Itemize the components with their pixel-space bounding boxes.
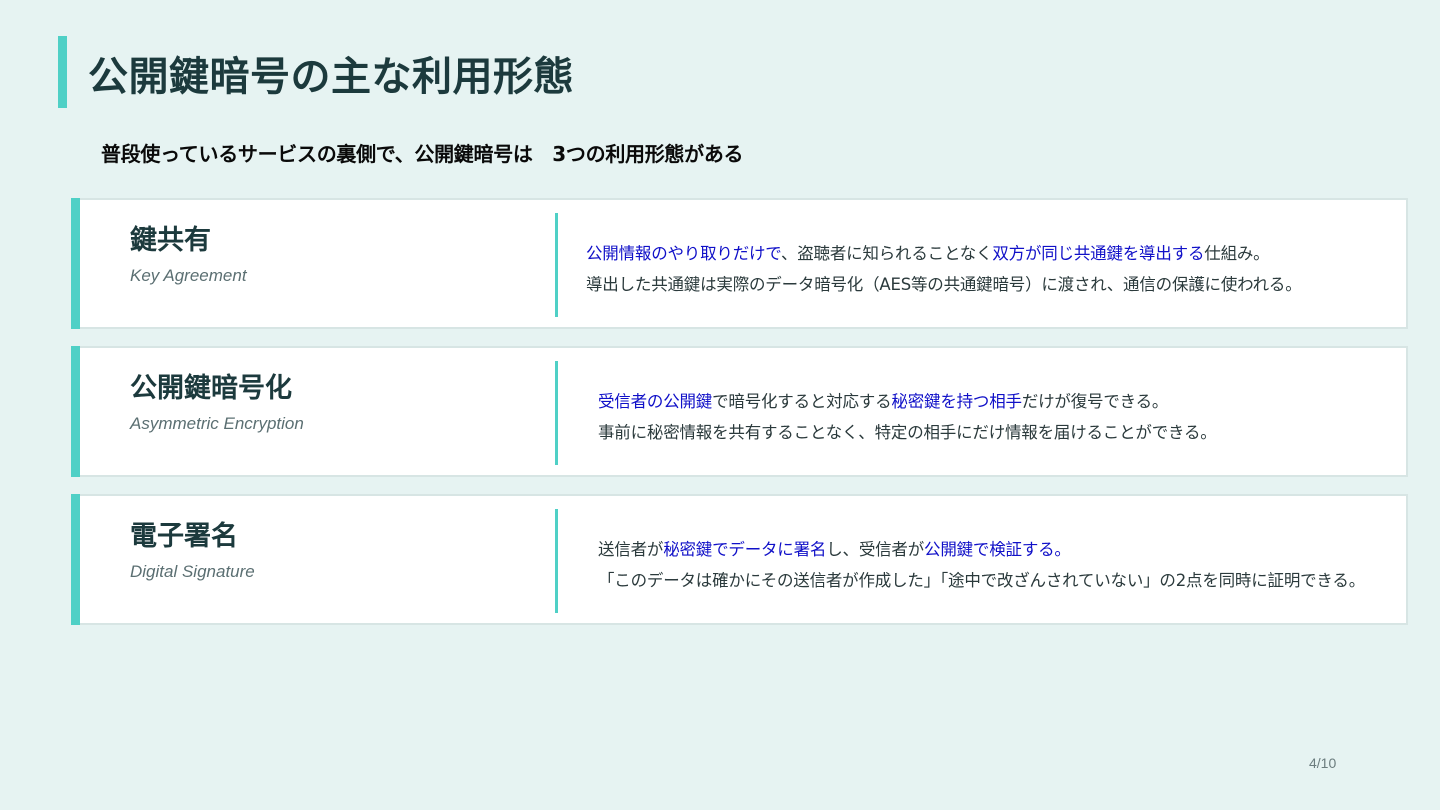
description-line-2: 導出した共通鍵は実際のデータ暗号化（AES等の共通鍵暗号）に渡され、通信の保護に… [586,275,1302,294]
page-subtitle: 普段使っているサービスの裏側で、公開鍵暗号は 3つの利用形態がある [101,142,744,166]
description-line-2: 事前に秘密情報を共有することなく、特定の相手にだけ情報を届けることができる。 [598,423,1217,442]
description-segment: 仕組み。 [1204,244,1270,263]
card-english-title: Key Agreement [130,266,247,285]
card-description: 送信者が秘密鍵でデータに署名し、受信者が公開鍵で検証する。 「このデータは確かに… [598,534,1365,596]
description-segment: 、盗聴者に知られることなく [780,244,993,263]
card-description: 公開情報のやり取りだけで、盗聴者に知られることなく双方が同じ共通鍵を導出する仕組… [586,238,1302,300]
card-title: 公開鍵暗号化 [130,373,292,404]
description-line-1: 公開情報のやり取りだけで、盗聴者に知られることなく双方が同じ共通鍵を導出する仕組… [586,238,1302,269]
description-segment: 受信者の公開鍵 [598,392,713,411]
description-segment: 双方が同じ共通鍵を導出する [992,244,1205,263]
card-divider [555,213,558,317]
description-segment: 秘密鍵でデータに署名 [663,540,827,559]
page-number: 4/10 [1309,755,1337,771]
description-line-1: 受信者の公開鍵で暗号化すると対応する秘密鍵を持つ相手だけが復号できる。 [598,386,1217,417]
card-digital-signature: 電子署名 Digital Signature 送信者が秘密鍵でデータに署名し、受… [71,494,1408,625]
title-accent-bar [58,36,67,108]
card-english-title: Asymmetric Encryption [130,414,304,433]
card-accent-bar [71,198,80,329]
description-segment: 送信者が [598,540,664,559]
description-line-1: 送信者が秘密鍵でデータに署名し、受信者が公開鍵で検証する。 [598,534,1365,565]
description-line-2: 「このデータは確かにその送信者が作成した」「途中で改ざんされていない」の2点を同… [598,571,1365,590]
card-description: 受信者の公開鍵で暗号化すると対応する秘密鍵を持つ相手だけが復号できる。 事前に秘… [598,386,1217,448]
card-divider [555,361,558,465]
card-title: 鍵共有 [130,225,211,256]
description-segment: だけが復号できる。 [1021,392,1169,411]
card-key-agreement: 鍵共有 Key Agreement 公開情報のやり取りだけで、盗聴者に知られるこ… [71,198,1408,329]
card-accent-bar [71,346,80,477]
card-divider [555,509,558,613]
description-segment: し、受信者が [826,540,925,559]
card-title: 電子署名 [130,521,238,552]
description-segment: 公開鍵で検証する。 [924,540,1071,559]
description-segment: 公開情報のやり取りだけで [586,244,781,263]
page-title: 公開鍵暗号の主な利用形態 [88,54,574,100]
card-accent-bar [71,494,80,625]
description-segment: で暗号化すると対応する [712,392,892,411]
card-asymmetric-encryption: 公開鍵暗号化 Asymmetric Encryption 受信者の公開鍵で暗号化… [71,346,1408,477]
description-segment: 秘密鍵を持つ相手 [891,392,1022,411]
card-english-title: Digital Signature [130,562,255,581]
